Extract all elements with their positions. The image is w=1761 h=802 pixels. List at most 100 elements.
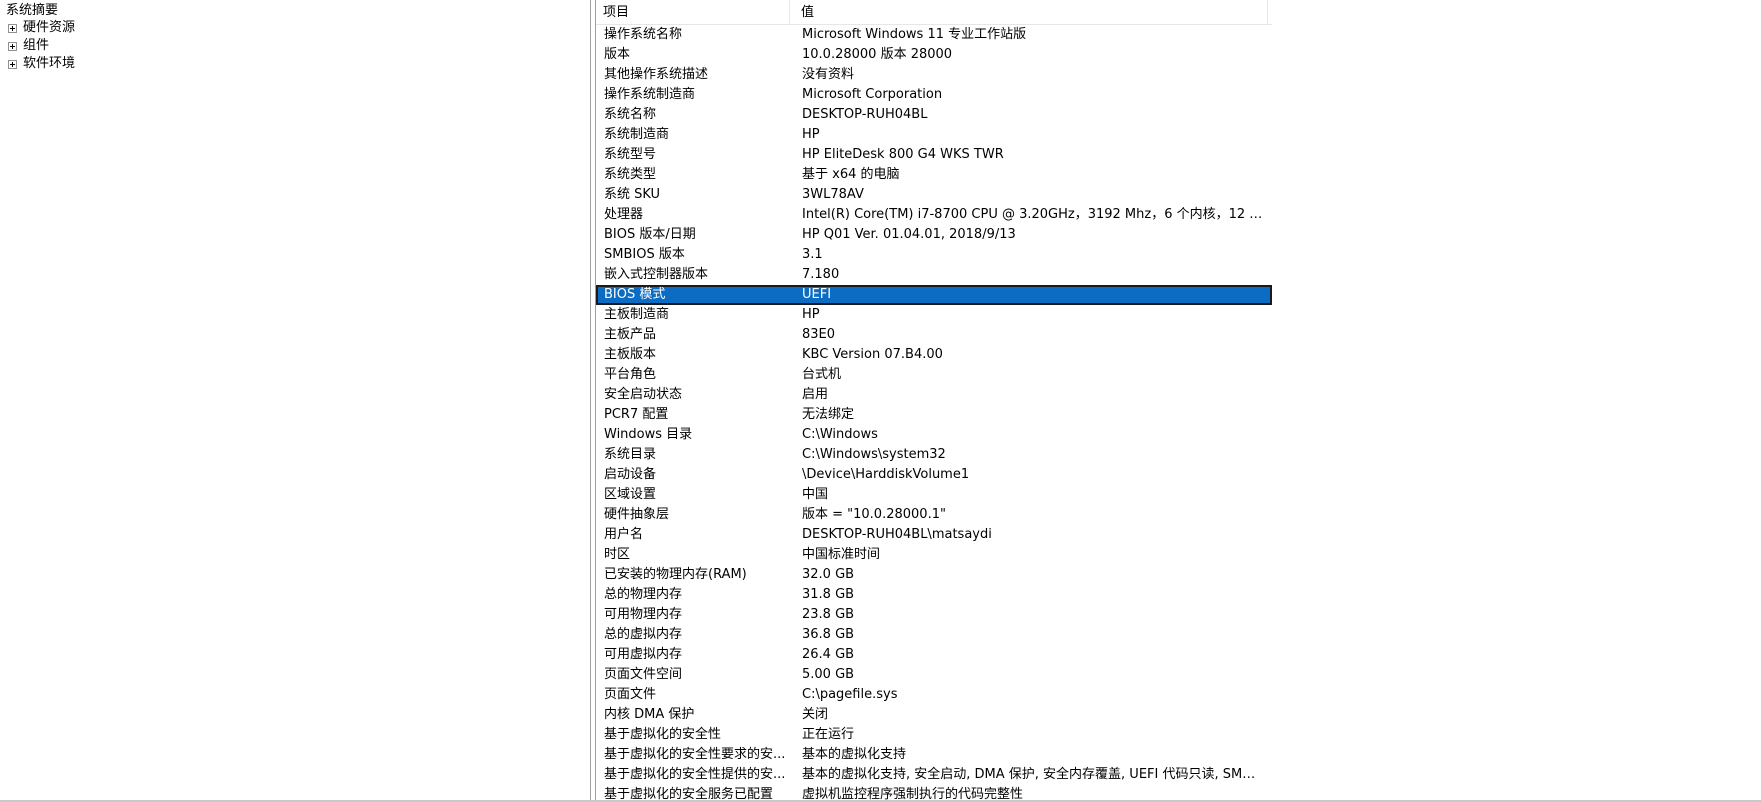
tree-item-hardware-resources[interactable]: 硬件资源 <box>8 19 75 37</box>
table-row[interactable]: 系统类型 基于 x64 的电脑 <box>596 165 1276 185</box>
table-row[interactable]: 系统目录 C:\Windows\system32 <box>596 445 1276 465</box>
row-item-cell: 总的物理内存 <box>604 587 683 602</box>
tree-item-components[interactable]: 组件 <box>8 37 49 55</box>
row-item-cell: 系统型号 <box>604 147 657 162</box>
table-row[interactable]: 主板制造商 HP <box>596 305 1276 325</box>
table-row[interactable]: 嵌入式控制器版本 7.180 <box>596 265 1276 285</box>
table-row[interactable]: 系统型号 HP EliteDesk 800 G4 WKS TWR <box>596 145 1276 165</box>
column-header-item[interactable]: 项目 <box>603 0 790 24</box>
tree-item-label: 硬件资源 <box>23 20 76 35</box>
row-item-cell: 硬件抽象层 <box>604 507 670 522</box>
expand-plus-icon[interactable] <box>8 41 17 51</box>
tree-item-label: 系统摘要 <box>6 3 59 18</box>
row-value-cell: DESKTOP-RUH04BL <box>802 107 928 122</box>
row-item-cell: SMBIOS 版本 <box>604 247 685 262</box>
table-row[interactable]: 可用虚拟内存 26.4 GB <box>596 645 1276 665</box>
table-row[interactable]: BIOS 版本/日期 HP Q01 Ver. 01.04.01, 2018/9/1… <box>596 225 1276 245</box>
expand-plus-icon[interactable] <box>8 23 17 33</box>
row-item-cell: 系统目录 <box>604 447 657 462</box>
table-row[interactable]: 基于虚拟化的安全服务已配置 虚拟机监控程序强制执行的代码完整性 <box>596 785 1276 800</box>
row-value-cell: 3.1 <box>802 247 823 262</box>
column-header-value[interactable]: 值 <box>801 0 1268 24</box>
row-value-cell: 关闭 <box>802 707 829 722</box>
details-list[interactable]: 项目 值 操作系统名称 Microsoft Windows 11 专业工作站版 版本… <box>595 0 1761 800</box>
row-item-cell: 处理器 <box>604 207 644 222</box>
row-value-cell: 中国 <box>802 487 829 502</box>
tree-item-system-summary[interactable]: 系统摘要 <box>6 2 58 20</box>
table-row[interactable]: 平台角色 台式机 <box>596 365 1276 385</box>
table-row[interactable]: SMBIOS 版本 3.1 <box>596 245 1276 265</box>
row-value-cell: 没有资料 <box>802 67 855 82</box>
table-row[interactable]: 安全启动状态 启用 <box>596 385 1276 405</box>
expand-plus-icon[interactable] <box>8 59 17 69</box>
row-value-cell: 5.00 GB <box>802 667 855 682</box>
table-row[interactable]: 操作系统名称 Microsoft Windows 11 专业工作站版 <box>596 25 1276 45</box>
row-item-cell: Windows 目录 <box>604 427 693 442</box>
table-row[interactable]: 系统名称 DESKTOP-RUH04BL <box>596 105 1276 125</box>
tree-item-software-environment[interactable]: 软件环境 <box>8 55 75 73</box>
list-rows: 操作系统名称 Microsoft Windows 11 专业工作站版 版本 10.0.… <box>596 25 1276 800</box>
row-value-cell: C:\pagefile.sys <box>802 687 898 702</box>
tree-item-label: 组件 <box>23 38 50 53</box>
row-value-cell: 32.0 GB <box>802 567 855 582</box>
table-row[interactable]: 时区 中国标准时间 <box>596 545 1276 565</box>
table-row[interactable]: 页面文件 C:\pagefile.sys <box>596 685 1276 705</box>
row-value-cell: 中国标准时间 <box>802 547 881 562</box>
table-row[interactable]: 启动设备 \Device\HarddiskVolume1 <box>596 465 1276 485</box>
table-row[interactable]: 系统 SKU 3WL78AV <box>596 185 1276 205</box>
table-row[interactable]: 版本 10.0.28000 版本 28000 <box>596 45 1276 65</box>
table-row[interactable]: 系统制造商 HP <box>596 125 1276 145</box>
row-item-cell: 总的虚拟内存 <box>604 627 683 642</box>
row-value-cell: HP <box>802 307 820 322</box>
table-row[interactable]: 内核 DMA 保护 关闭 <box>596 705 1276 725</box>
row-value-cell: Microsoft Windows 11 专业工作站版 <box>802 27 1027 42</box>
row-item-cell: 页面文件空间 <box>604 667 683 682</box>
row-value-cell: C:\Windows <box>802 427 878 442</box>
table-row[interactable]: 区域设置 中国 <box>596 485 1276 505</box>
table-row[interactable]: Windows 目录 C:\Windows <box>596 425 1276 445</box>
table-row[interactable]: 用户名 DESKTOP-RUH04BL\matsaydi <box>596 525 1276 545</box>
row-value-cell: KBC Version 07.B4.00 <box>802 347 943 362</box>
table-row[interactable]: 主板产品 83E0 <box>596 325 1276 345</box>
row-item-cell: 区域设置 <box>604 487 657 502</box>
row-value-cell: 基于 x64 的电脑 <box>802 167 900 182</box>
table-row-selected[interactable]: BIOS 模式 UEFI <box>596 285 1272 305</box>
row-item-cell: 用户名 <box>604 527 644 542</box>
table-row[interactable]: 总的物理内存 31.8 GB <box>596 585 1276 605</box>
table-row[interactable]: 主板版本 KBC Version 07.B4.00 <box>596 345 1276 365</box>
table-row[interactable]: 可用物理内存 23.8 GB <box>596 605 1276 625</box>
table-row[interactable]: 已安装的物理内存(RAM) 32.0 GB <box>596 565 1276 585</box>
table-row[interactable]: 处理器 Intel(R) Core(TM) i7-8700 CPU @ 3.20G… <box>596 205 1276 225</box>
tree-item-label: 软件环境 <box>23 56 76 71</box>
table-row[interactable]: 其他操作系统描述 没有资料 <box>596 65 1276 85</box>
table-row[interactable]: 基于虚拟化的安全性提供的安... 基本的虚拟化支持, 安全启动, DMA 保护, … <box>596 765 1276 785</box>
row-item-cell: 主板制造商 <box>604 307 670 322</box>
table-row[interactable]: PCR7 配置 无法绑定 <box>596 405 1276 425</box>
row-value-cell: Intel(R) Core(TM) i7-8700 CPU @ 3.20GHz，… <box>802 207 1264 222</box>
row-value-cell: Microsoft Corporation <box>802 87 943 102</box>
table-row[interactable]: 基于虚拟化的安全性要求的安... 基本的虚拟化支持 <box>596 745 1276 765</box>
row-item-cell: 主板产品 <box>604 327 657 342</box>
row-value-cell: HP <box>802 127 820 142</box>
table-row[interactable]: 总的虚拟内存 36.8 GB <box>596 625 1276 645</box>
row-item-cell: 内核 DMA 保护 <box>604 707 695 722</box>
row-item-cell: 安全启动状态 <box>604 387 683 402</box>
row-item-cell: 页面文件 <box>604 687 657 702</box>
row-item-cell: BIOS 版本/日期 <box>604 227 696 242</box>
category-tree[interactable]: 系统摘要 硬件资源 组件 软件环境 <box>0 0 591 800</box>
row-value-cell: 3WL78AV <box>802 187 864 202</box>
row-item-cell: 可用虚拟内存 <box>604 647 683 662</box>
table-row[interactable]: 页面文件空间 5.00 GB <box>596 665 1276 685</box>
row-item-cell: 基于虚拟化的安全性提供的安... <box>604 767 786 782</box>
row-item-cell: 启动设备 <box>604 467 657 482</box>
table-row[interactable]: 硬件抽象层 版本 = "10.0.28000.1" <box>596 505 1276 525</box>
table-row[interactable]: 基于虚拟化的安全性 正在运行 <box>596 725 1276 745</box>
row-item-cell: 系统名称 <box>604 107 657 122</box>
row-item-cell: 可用物理内存 <box>604 607 683 622</box>
row-value-cell: 23.8 GB <box>802 607 855 622</box>
row-item-cell: 系统类型 <box>604 167 657 182</box>
table-row[interactable]: 操作系统制造商 Microsoft Corporation <box>596 85 1276 105</box>
row-value-cell: C:\Windows\system32 <box>802 447 946 462</box>
row-value-cell: \Device\HarddiskVolume1 <box>802 467 970 482</box>
list-header: 项目 值 <box>596 0 1272 25</box>
